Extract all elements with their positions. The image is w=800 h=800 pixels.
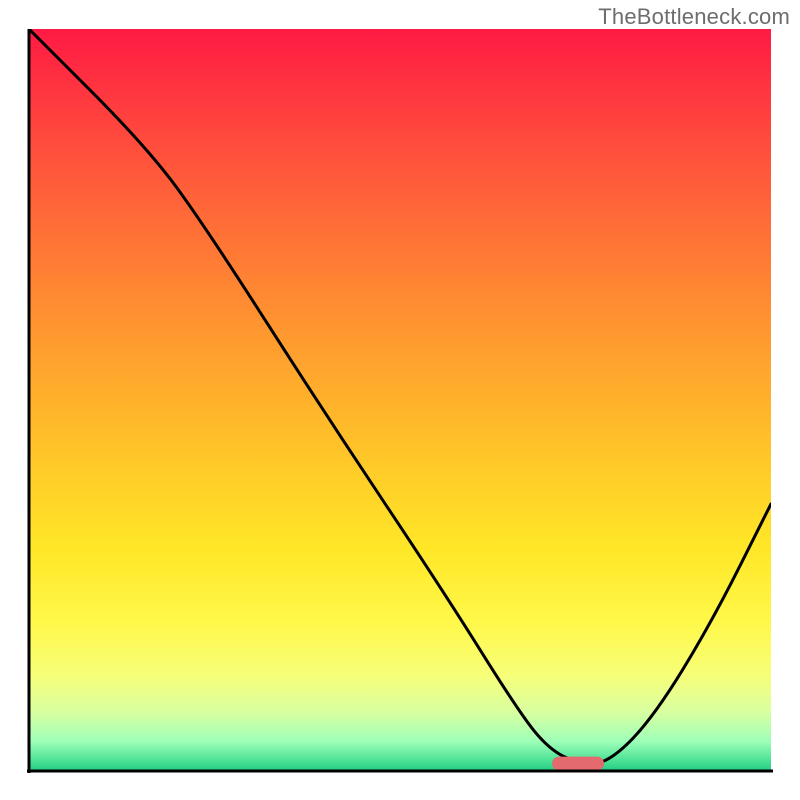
optimal-marker <box>552 757 604 771</box>
chart-overlay <box>29 29 771 771</box>
plot-area <box>29 29 771 771</box>
watermark-label: TheBottleneck.com <box>598 4 790 30</box>
bottleneck-curve <box>29 29 771 764</box>
chart-container: TheBottleneck.com <box>0 0 800 800</box>
